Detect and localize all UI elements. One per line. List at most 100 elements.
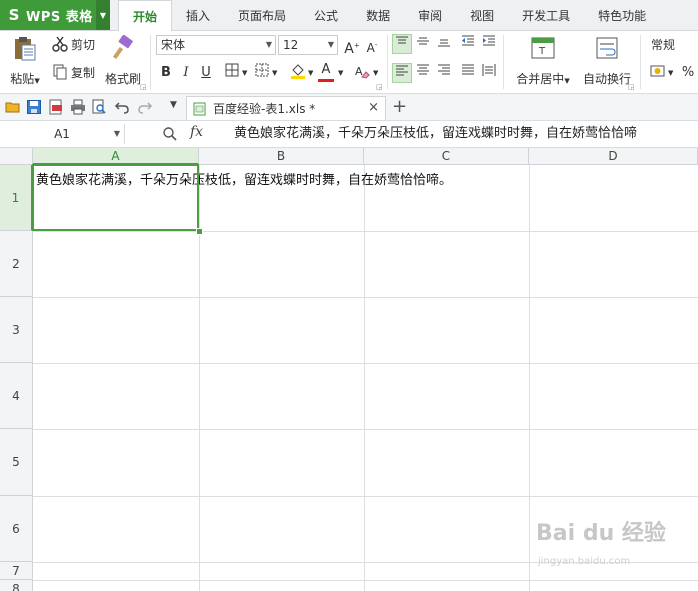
dialog-launcher-icon[interactable]: ◲ bbox=[140, 83, 147, 91]
chevron-down-icon[interactable]: ▼ bbox=[272, 69, 277, 77]
chevron-down-icon: ▼ bbox=[265, 40, 272, 49]
tab-review[interactable]: 审阅 bbox=[404, 0, 456, 30]
watermark-url: jingyan.baidu.com bbox=[538, 556, 631, 567]
justify-icon bbox=[462, 64, 474, 75]
column-header-c[interactable]: C bbox=[364, 148, 529, 165]
select-all-corner[interactable] bbox=[0, 148, 33, 165]
chevron-down-icon[interactable]: ▼ bbox=[338, 69, 343, 77]
percent-button[interactable]: % bbox=[678, 63, 698, 83]
name-box[interactable]: A1 ▼ bbox=[0, 124, 125, 144]
tab-special[interactable]: 特色功能 bbox=[584, 0, 660, 30]
cut-button[interactable]: 剪切 bbox=[52, 34, 95, 54]
tab-data[interactable]: 数据 bbox=[352, 0, 404, 30]
font-name-value: 宋体 bbox=[161, 38, 186, 52]
tab-formulas[interactable]: 公式 bbox=[300, 0, 352, 30]
row-header-8[interactable]: 8 bbox=[0, 580, 33, 591]
align-bottom-button[interactable] bbox=[434, 34, 454, 54]
zoom-icon[interactable] bbox=[162, 126, 178, 142]
chevron-down-icon[interactable]: ▼ bbox=[242, 69, 247, 77]
font-size-value: 12 bbox=[283, 38, 299, 52]
border-button[interactable] bbox=[222, 63, 242, 83]
dialog-launcher-icon[interactable]: ◲ bbox=[376, 83, 383, 91]
row-header-4[interactable]: 4 bbox=[0, 363, 33, 429]
increase-indent-button[interactable] bbox=[479, 34, 499, 54]
align-left-button[interactable] bbox=[392, 63, 412, 83]
chevron-down-icon: ▼ bbox=[327, 40, 334, 49]
formula-input[interactable]: 黄色娘家花满溪，千朵万朵压枝低，留连戏蝶时时舞，自在娇莺恰恰啼 bbox=[234, 124, 637, 144]
export-pdf-icon[interactable] bbox=[48, 99, 64, 115]
align-center-button[interactable] bbox=[413, 63, 433, 83]
redo-icon[interactable] bbox=[137, 99, 153, 115]
chevron-down-icon[interactable]: ▼ bbox=[114, 124, 120, 144]
row-header-3[interactable]: 3 bbox=[0, 297, 33, 363]
row-header-7[interactable]: 7 bbox=[0, 562, 33, 580]
insert-function-icon[interactable]: fx bbox=[190, 124, 203, 140]
row-header-2[interactable]: 2 bbox=[0, 231, 33, 297]
align-middle-button[interactable] bbox=[413, 34, 433, 54]
tab-page-layout[interactable]: 页面布局 bbox=[224, 0, 300, 30]
row-divider bbox=[33, 297, 698, 298]
merge-center-button[interactable]: T 合并居中▼ bbox=[510, 35, 576, 87]
menu-bar: S WPS 表格 ▼ 开始 插入 页面布局 公式 数据 审阅 视图 开发工具 特… bbox=[0, 0, 698, 31]
font-color-button[interactable]: A bbox=[318, 61, 334, 82]
indent-icon bbox=[483, 35, 495, 46]
font-grow-button[interactable]: A+ bbox=[342, 35, 362, 57]
decrease-indent-button[interactable] bbox=[458, 34, 478, 54]
bold-button[interactable]: B bbox=[156, 63, 176, 83]
chevron-down-icon[interactable]: ▼ bbox=[373, 69, 378, 77]
column-header-b[interactable]: B bbox=[199, 148, 364, 165]
paste-button[interactable]: 粘贴▼ bbox=[8, 35, 42, 87]
chevron-down-icon[interactable]: ▼ bbox=[308, 69, 313, 77]
ribbon: 粘贴▼ 剪切 复制 格式刷 ◲ 宋体 ▼ 12 ▼ A+ A- B I U ▼ bbox=[0, 31, 698, 94]
number-format-value: 常规 bbox=[651, 38, 676, 52]
wrap-text-button[interactable]: 自动换行 bbox=[578, 35, 636, 87]
worksheet-grid[interactable]: A B C D 1 2 3 4 5 6 7 8 黄色娘家花满溪，千朵万朵压枝低，… bbox=[0, 148, 698, 591]
open-folder-icon[interactable] bbox=[5, 99, 21, 115]
column-divider bbox=[529, 165, 530, 591]
font-name-select[interactable]: 宋体 ▼ bbox=[156, 35, 276, 55]
close-icon[interactable]: × bbox=[368, 100, 379, 115]
tab-home[interactable]: 开始 bbox=[118, 0, 173, 31]
column-divider bbox=[364, 165, 365, 591]
grid-pattern-icon bbox=[255, 63, 269, 77]
row-header-1[interactable]: 1 bbox=[0, 165, 33, 231]
row-header-6[interactable]: 6 bbox=[0, 496, 33, 562]
tab-developer[interactable]: 开发工具 bbox=[508, 0, 584, 30]
column-header-d[interactable]: D bbox=[529, 148, 698, 165]
tab-insert[interactable]: 插入 bbox=[172, 0, 224, 30]
chevron-down-icon[interactable]: ▼ bbox=[668, 69, 673, 77]
undo-icon[interactable] bbox=[114, 99, 130, 115]
fill-color-button[interactable] bbox=[288, 63, 308, 83]
align-top-button[interactable] bbox=[392, 34, 412, 54]
number-format-select[interactable]: 常规 bbox=[646, 35, 698, 55]
cut-label: 剪切 bbox=[71, 37, 96, 52]
row-header-5[interactable]: 5 bbox=[0, 429, 33, 496]
customize-toolbar-icon[interactable]: ▼ bbox=[170, 100, 177, 110]
chevron-down-icon[interactable]: ▼ bbox=[96, 0, 110, 30]
font-shrink-button[interactable]: A- bbox=[362, 35, 382, 55]
font-size-select[interactable]: 12 ▼ bbox=[278, 35, 338, 55]
copy-button[interactable]: 复制 bbox=[52, 62, 95, 82]
distributed-align-button[interactable] bbox=[479, 63, 499, 83]
fill-pattern-button[interactable] bbox=[252, 63, 272, 83]
save-icon[interactable] bbox=[26, 99, 42, 115]
app-menu-button[interactable]: S WPS 表格 ▼ bbox=[0, 0, 110, 30]
document-tab[interactable]: 百度经验-表1.xls * × bbox=[186, 96, 386, 120]
justify-button[interactable] bbox=[458, 63, 478, 83]
underline-button[interactable]: U bbox=[196, 63, 216, 83]
italic-button[interactable]: I bbox=[176, 63, 196, 83]
format-painter-button[interactable]: 格式刷 bbox=[103, 35, 143, 87]
new-tab-icon[interactable]: + bbox=[392, 96, 407, 117]
fill-handle[interactable] bbox=[196, 228, 203, 235]
copy-icon bbox=[53, 64, 67, 80]
tab-view[interactable]: 视图 bbox=[456, 0, 508, 30]
dialog-launcher-icon[interactable]: ◲ bbox=[628, 83, 635, 91]
row-divider bbox=[33, 363, 698, 364]
currency-button[interactable] bbox=[648, 63, 668, 83]
align-right-button[interactable] bbox=[434, 63, 454, 83]
print-icon[interactable] bbox=[70, 99, 86, 115]
clear-format-button[interactable]: A bbox=[352, 63, 372, 83]
print-preview-icon[interactable] bbox=[91, 99, 107, 115]
column-header-a[interactable]: A bbox=[33, 148, 199, 165]
divider bbox=[387, 35, 388, 89]
